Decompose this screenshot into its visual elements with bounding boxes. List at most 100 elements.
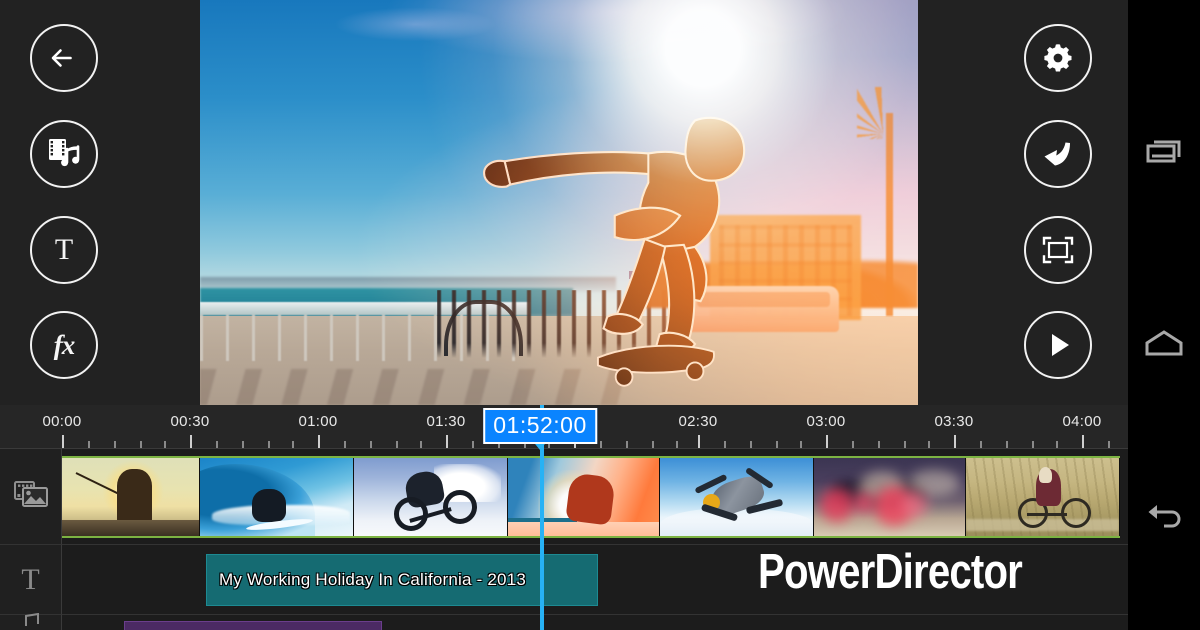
ruler-label: 04:00 (1062, 413, 1102, 430)
ruler-tick-minor (114, 441, 116, 448)
audio-track[interactable] (62, 615, 1128, 630)
clip-bokeh[interactable] (814, 458, 966, 536)
play-icon (1042, 329, 1074, 361)
video-clip-strip[interactable] (62, 456, 1120, 538)
media-button[interactable] (30, 120, 98, 188)
left-toolbar: T fx (0, 0, 200, 405)
fx-icon: fx (53, 329, 75, 360)
back-arrow-icon (1142, 499, 1186, 538)
powerdirector-watermark: PowerDirector (758, 545, 1023, 599)
ruler-label: 00:00 (42, 413, 82, 430)
ruler-tick-minor (904, 441, 906, 448)
arrow-left-icon (44, 38, 84, 78)
clip-thumbnail (354, 458, 507, 536)
video-track[interactable] (62, 449, 1128, 545)
android-navigation-bar (1128, 0, 1200, 630)
ruler-tick-minor (980, 441, 982, 448)
effects-button[interactable]: fx (30, 311, 98, 379)
right-toolbar (928, 0, 1128, 405)
text-button[interactable]: T (30, 216, 98, 284)
ruler-tick-minor (1006, 441, 1008, 448)
clip-bmx[interactable] (354, 458, 508, 536)
fullscreen-button[interactable] (1024, 216, 1092, 284)
gear-icon (1040, 40, 1076, 76)
clip-thumbnail (966, 458, 1119, 536)
clip-thumbnail (814, 458, 965, 536)
clip-thumbnail (660, 458, 813, 536)
ruler-tick-major (318, 435, 320, 448)
back-button[interactable] (1128, 476, 1200, 560)
text-track-header[interactable]: T (0, 545, 62, 615)
ruler-tick-minor (140, 441, 142, 448)
ruler-tick-minor (878, 441, 880, 448)
ruler-tick-minor (724, 441, 726, 448)
video-track-header[interactable] (0, 449, 62, 545)
ruler-tick-major (954, 435, 956, 448)
ruler-tick-minor (652, 441, 654, 448)
ruler-tick-minor (1032, 441, 1034, 448)
play-button[interactable] (1024, 311, 1092, 379)
ruler-tick-minor (928, 441, 930, 448)
ruler-tick-minor (800, 441, 802, 448)
home-icon (1143, 328, 1185, 363)
video-preview[interactable] (200, 0, 918, 405)
preview-skateboarder (415, 101, 788, 393)
audio-track-header[interactable] (0, 612, 62, 630)
preview-palm-tree (856, 72, 918, 195)
back-button[interactable] (30, 24, 98, 92)
fullscreen-icon (1040, 234, 1076, 266)
clip-cyclist[interactable] (966, 458, 1120, 536)
ruler-tick-minor (472, 441, 474, 448)
ruler-label: 02:30 (678, 413, 718, 430)
ruler-label: 00:30 (170, 413, 210, 430)
ruler-tick-minor (292, 441, 294, 448)
film-music-icon (45, 136, 83, 172)
clip-surfer[interactable] (200, 458, 354, 536)
ruler-tick-minor (242, 441, 244, 448)
recents-icon (1144, 135, 1184, 174)
clip-skateboarder[interactable] (508, 458, 660, 536)
ruler-tick-minor (750, 441, 752, 448)
ruler-label: 03:00 (806, 413, 846, 430)
editor-area: T fx (0, 0, 1128, 405)
ruler-label: 03:30 (934, 413, 974, 430)
clip-fisherman[interactable] (62, 458, 200, 536)
ruler-label: 01:00 (298, 413, 338, 430)
ruler-tick-minor (676, 441, 678, 448)
clip-skydiver[interactable] (660, 458, 814, 536)
undo-arrow-icon (1040, 136, 1076, 172)
ruler-tick-minor (626, 441, 628, 448)
text-t-icon: T (54, 233, 74, 266)
text-clip-title: My Working Holiday In California - 2013 (219, 570, 527, 589)
ruler-tick-minor (776, 441, 778, 448)
clip-thumbnail (508, 458, 659, 536)
ruler-tick-minor (396, 441, 398, 448)
ruler-tick-minor (216, 441, 218, 448)
ruler-tick-minor (852, 441, 854, 448)
ruler-tick-minor (1056, 441, 1058, 448)
settings-button[interactable] (1024, 24, 1092, 92)
ruler-tick-major (190, 435, 192, 448)
ruler-tick-major (446, 435, 448, 448)
ruler-tick-minor (88, 441, 90, 448)
ruler-tick-major (826, 435, 828, 448)
ruler-tick-minor (344, 441, 346, 448)
ruler-tick-minor (420, 441, 422, 448)
ruler-tick-major (62, 435, 64, 448)
text-t-icon: T (21, 562, 40, 596)
recents-button[interactable] (1128, 112, 1200, 196)
ruler-tick-minor (370, 441, 372, 448)
music-note-icon (20, 612, 42, 630)
undo-button[interactable] (1024, 120, 1092, 188)
ruler-tick-minor (268, 441, 270, 448)
powerdirector-app: T fx 00:00 00:30 01:00 01:30 02:30 03:00… (0, 0, 1200, 630)
ruler-tick-minor (164, 441, 166, 448)
clip-thumbnail (200, 458, 353, 536)
playhead-time-badge[interactable]: 01:52:00 (483, 408, 597, 444)
home-button[interactable] (1128, 303, 1200, 387)
clip-thumbnail (62, 458, 199, 536)
ruler-tick-minor (600, 441, 602, 448)
ruler-tick-minor (1108, 441, 1110, 448)
ruler-label: 01:30 (426, 413, 466, 430)
audio-clip[interactable] (124, 621, 382, 630)
